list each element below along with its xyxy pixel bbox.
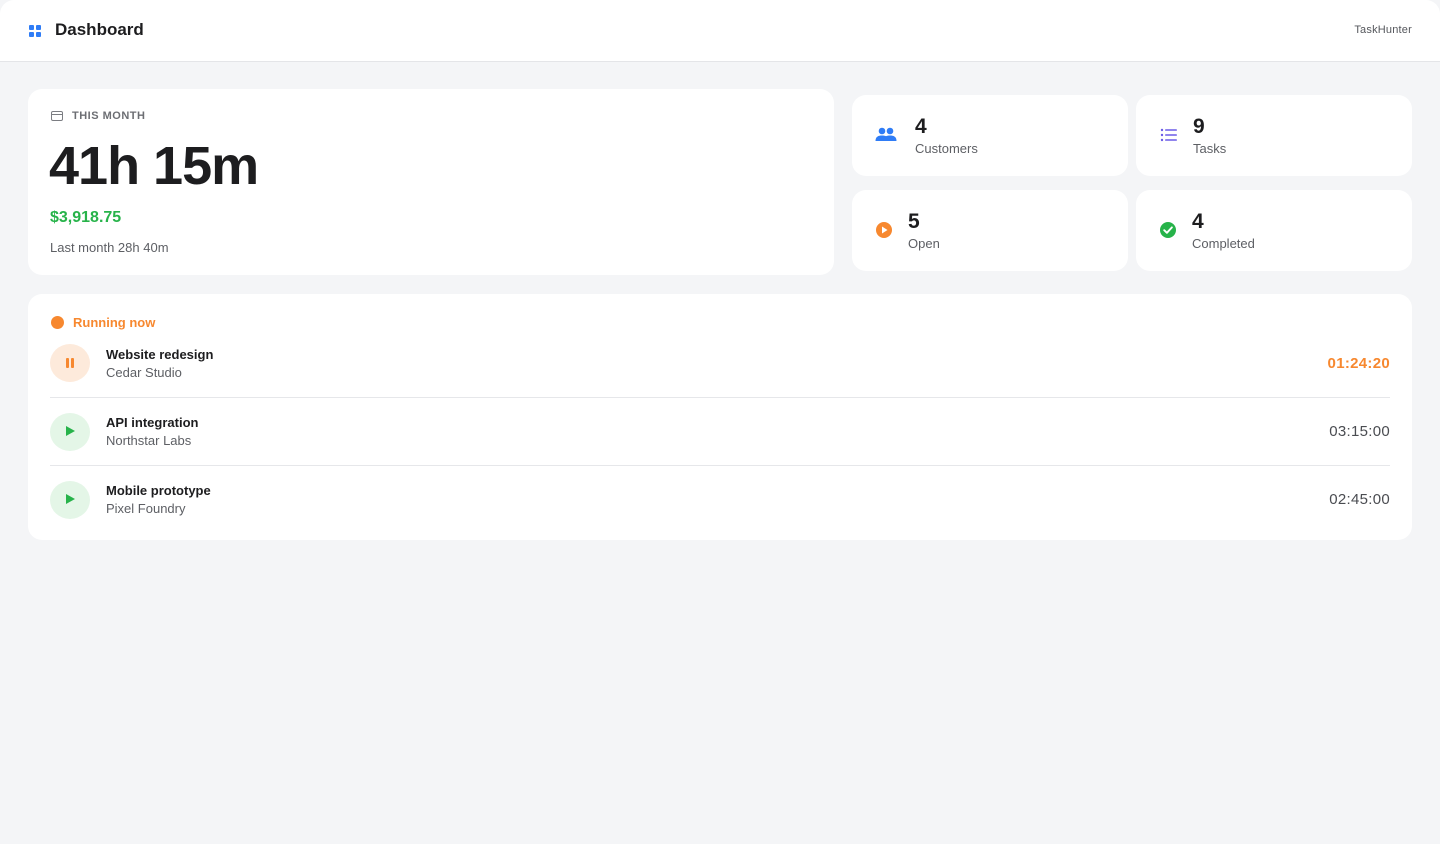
play-icon bbox=[66, 426, 75, 436]
running-indicator-dot bbox=[51, 316, 64, 329]
timer-task-name: Mobile prototype bbox=[106, 483, 211, 498]
completed-count: 4 bbox=[1192, 210, 1204, 233]
page-title: Dashboard bbox=[55, 20, 144, 39]
last-month-summary: Last month 28h 40m bbox=[50, 240, 169, 255]
this-month-card: THIS MONTH 41h 15m $3,918.75 Last month … bbox=[28, 89, 834, 275]
tasks-count: 9 bbox=[1193, 115, 1205, 138]
timer-row[interactable]: Mobile prototype Pixel Foundry 02:45:00 bbox=[50, 465, 1390, 533]
stat-card-tasks[interactable]: 9 Tasks bbox=[1136, 95, 1412, 176]
app-window: Dashboard TaskHunter THIS MONTH 41h 15m … bbox=[0, 0, 1440, 844]
completed-label: Completed bbox=[1192, 236, 1255, 251]
open-count: 5 bbox=[908, 210, 920, 233]
tasks-label: Tasks bbox=[1193, 141, 1227, 156]
timer-elapsed: 02:45:00 bbox=[1329, 491, 1390, 508]
stat-card-open[interactable]: 5 Open bbox=[852, 190, 1128, 271]
this-month-label: THIS MONTH bbox=[72, 110, 146, 122]
grid-icon[interactable] bbox=[29, 25, 41, 37]
timer-client-name: Pixel Foundry bbox=[106, 501, 186, 516]
timer-client-name: Cedar Studio bbox=[106, 365, 182, 380]
stat-card-completed[interactable]: 4 Completed bbox=[1136, 190, 1412, 271]
play-button[interactable] bbox=[50, 481, 90, 519]
customers-label: Customers bbox=[915, 141, 978, 156]
customers-count: 4 bbox=[915, 115, 927, 138]
check-circle-icon bbox=[1160, 222, 1176, 238]
running-now-title: Running now bbox=[73, 315, 156, 330]
stat-card-customers[interactable]: 4 Customers bbox=[852, 95, 1128, 176]
timer-elapsed: 01:24:20 bbox=[1327, 355, 1390, 372]
this-month-amount: $3,918.75 bbox=[50, 209, 122, 226]
timer-elapsed: 03:15:00 bbox=[1329, 423, 1390, 440]
list-icon bbox=[1160, 128, 1177, 142]
users-icon bbox=[875, 127, 897, 141]
pause-icon bbox=[66, 358, 74, 368]
open-label: Open bbox=[908, 236, 940, 251]
play-button[interactable] bbox=[50, 413, 90, 451]
timer-row[interactable]: Website redesign Cedar Studio 01:24:20 bbox=[50, 329, 1390, 397]
this-month-hours: 41h 15m bbox=[49, 136, 259, 196]
top-bar: Dashboard TaskHunter bbox=[0, 0, 1440, 62]
calendar-icon bbox=[51, 111, 63, 121]
running-now-card: Running now Website redesign Cedar Studi… bbox=[28, 294, 1412, 540]
play-icon bbox=[66, 494, 75, 504]
pause-button[interactable] bbox=[50, 344, 90, 382]
timer-client-name: Northstar Labs bbox=[106, 433, 192, 448]
brand-name: TaskHunter bbox=[1354, 24, 1412, 36]
timer-task-name: Website redesign bbox=[106, 347, 214, 362]
play-circle-icon bbox=[876, 222, 892, 238]
timer-task-name: API integration bbox=[106, 415, 199, 430]
timer-row[interactable]: API integration Northstar Labs 03:15:00 bbox=[50, 397, 1390, 465]
